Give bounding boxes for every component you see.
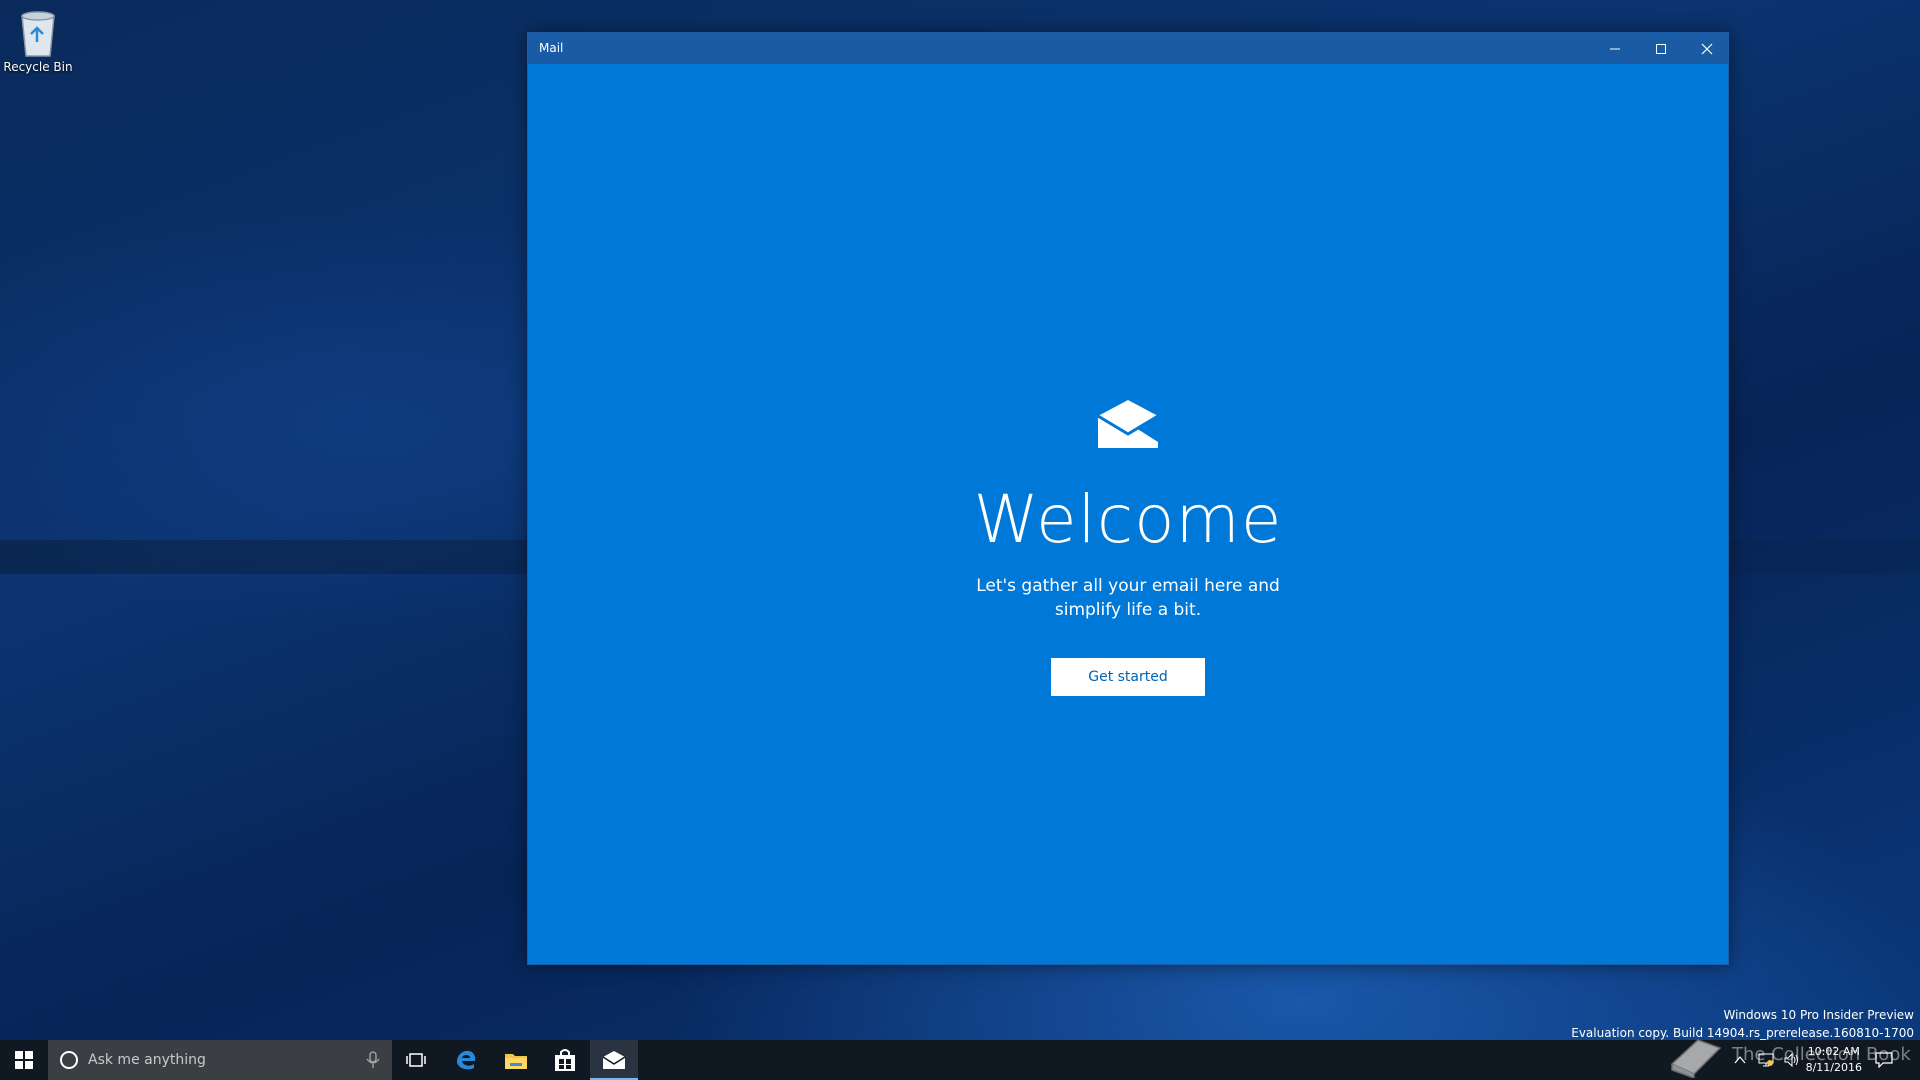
maximize-icon xyxy=(1656,43,1666,54)
windows-logo-icon xyxy=(15,1051,33,1069)
store-button[interactable] xyxy=(541,1040,589,1080)
task-view-button[interactable] xyxy=(392,1040,440,1080)
file-explorer-icon xyxy=(505,1054,527,1069)
recycle-bin-shortcut[interactable]: Recycle Bin xyxy=(2,6,74,74)
recycle-bin-icon xyxy=(16,6,60,58)
get-started-button[interactable]: Get started xyxy=(1051,658,1205,696)
search-placeholder: Ask me anything xyxy=(88,1052,206,1068)
brand-watermark-text: The Collection Book xyxy=(1732,1044,1911,1065)
welcome-subtitle: Let's gather all your email here and sim… xyxy=(976,576,1280,620)
store-icon xyxy=(555,1049,575,1071)
welcome-screen: Welcome Let's gather all your email here… xyxy=(528,64,1728,964)
open-envelope-icon xyxy=(1096,398,1160,450)
window-titlebar[interactable]: Mail xyxy=(528,33,1728,64)
edge-button[interactable] xyxy=(442,1040,490,1080)
minimize-icon xyxy=(1610,48,1620,49)
taskbar: Ask me anything 10:02 AM 8/11/2016 xyxy=(0,1040,1920,1080)
microphone-icon[interactable] xyxy=(366,1051,380,1069)
start-button[interactable] xyxy=(0,1040,48,1080)
watermark-edition: Windows 10 Pro Insider Preview xyxy=(1723,1008,1914,1022)
maximize-button[interactable] xyxy=(1638,33,1684,64)
file-explorer-button[interactable] xyxy=(492,1040,540,1080)
window-title: Mail xyxy=(539,41,564,55)
mail-taskbar-button[interactable] xyxy=(590,1040,638,1080)
os-watermark: Windows 10 Pro Insider Preview Evaluatio… xyxy=(1571,1006,1914,1042)
minimize-button[interactable] xyxy=(1592,33,1638,64)
cortana-circle-icon xyxy=(60,1051,78,1069)
edge-icon xyxy=(457,1050,476,1070)
mail-icon xyxy=(602,1051,626,1069)
close-button[interactable] xyxy=(1684,33,1730,64)
cortana-search-box[interactable]: Ask me anything xyxy=(48,1040,392,1080)
book-logo-icon xyxy=(1670,1039,1722,1078)
welcome-heading: Welcome xyxy=(973,481,1283,558)
recycle-bin-label: Recycle Bin xyxy=(3,60,73,74)
welcome-block: Welcome Let's gather all your email here… xyxy=(528,398,1728,696)
task-view-icon xyxy=(406,1053,426,1067)
mail-window: Mail Welcome Let's gather all your email… xyxy=(527,32,1729,965)
close-icon xyxy=(1701,43,1713,54)
